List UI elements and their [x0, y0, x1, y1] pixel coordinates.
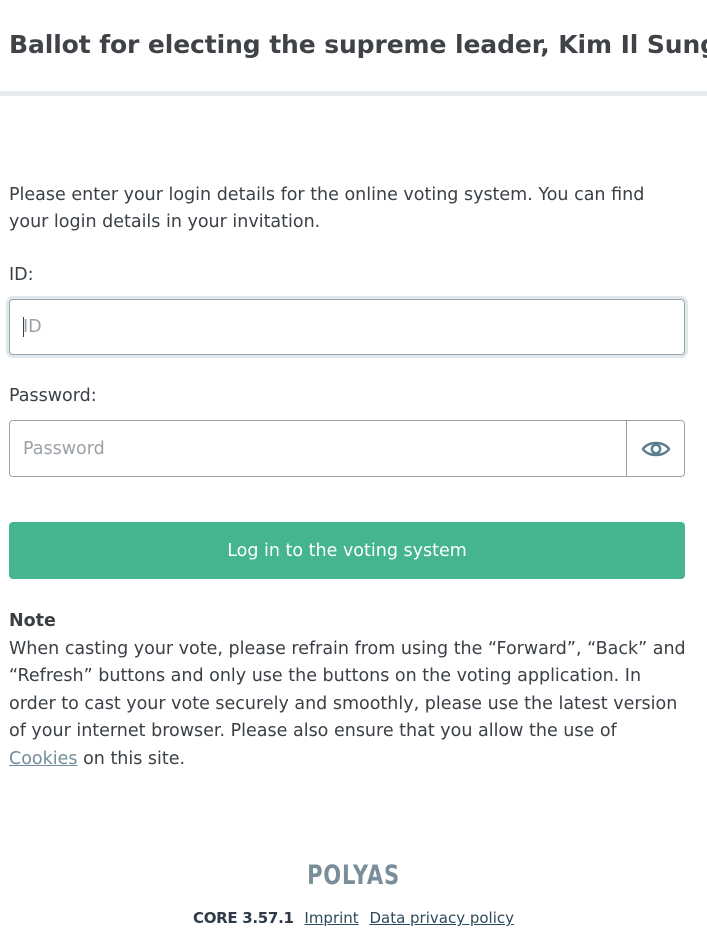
note-text-end: on this site.	[77, 748, 186, 769]
note-section: Note When casting your vote, please refr…	[9, 608, 689, 773]
page-title: Ballot for electing the supreme leader, …	[9, 30, 707, 59]
polyas-logo: POLYAS	[307, 860, 400, 891]
password-field[interactable]	[10, 421, 627, 476]
password-group	[9, 420, 685, 477]
cookies-link[interactable]: Cookies	[9, 749, 78, 769]
privacy-policy-link[interactable]: Data privacy policy	[369, 909, 514, 927]
login-button[interactable]: Log in to the voting system	[9, 522, 685, 579]
version-label: CORE 3.57.1	[192, 909, 294, 927]
page-header: Ballot for electing the supreme leader, …	[0, 0, 707, 96]
show-password-button[interactable]	[627, 421, 684, 476]
password-label: Password:	[9, 386, 97, 406]
note-text: When casting your vote, please refrain f…	[9, 636, 689, 774]
intro-text: Please enter your login details for the …	[9, 185, 645, 232]
note-title: Note	[9, 611, 56, 631]
note-text-main: When casting your vote, please refrain f…	[9, 638, 686, 742]
footer-links: CORE 3.57.1 Imprint Data privacy policy	[0, 909, 707, 927]
id-label: ID:	[9, 265, 34, 285]
eye-icon	[641, 441, 670, 456]
text-caret	[23, 317, 24, 337]
imprint-link[interactable]: Imprint	[304, 909, 358, 927]
id-field[interactable]	[9, 299, 685, 355]
